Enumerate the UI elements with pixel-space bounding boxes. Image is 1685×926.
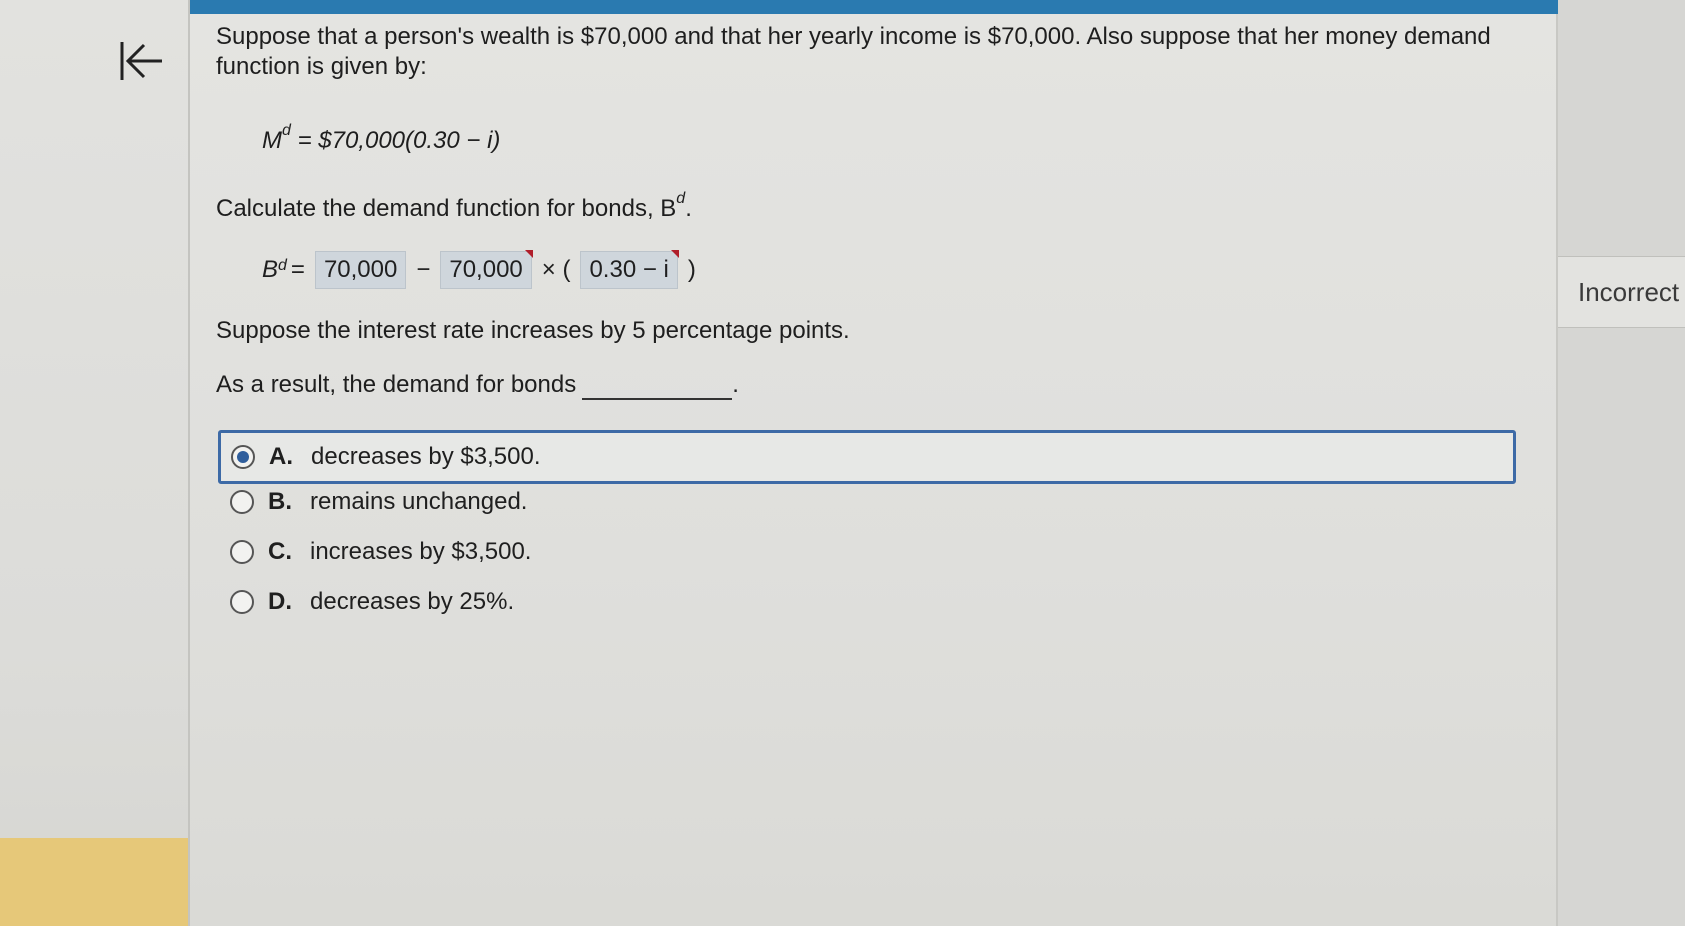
minus-sign: − [416, 256, 431, 283]
result-prompt: As a result, the demand for bonds. [216, 370, 739, 400]
error-flag-icon [524, 250, 533, 258]
radio-icon[interactable] [230, 490, 254, 514]
answer-box-3[interactable]: 0.30 − i [580, 250, 679, 289]
result-prompt-end: . [732, 371, 739, 398]
option-label: decreases by 25%. [310, 588, 515, 615]
radio-icon[interactable] [230, 540, 254, 564]
times-sign: × ( [541, 256, 571, 283]
answer-1-value: 70,000 [323, 256, 398, 283]
option-d[interactable]: D. decreases by 25%. [220, 578, 1520, 626]
option-letter: D. [268, 588, 292, 615]
bond-lhs: B [262, 256, 279, 283]
equals-sign: = [290, 256, 305, 283]
option-letter: C. [268, 538, 292, 565]
header-bar [190, 0, 1560, 14]
money-demand-sup: d [282, 122, 291, 139]
sidebar-accent [0, 838, 188, 926]
status-label: Incorrect [1578, 277, 1680, 307]
option-a[interactable]: A. decreases by $3,500. [218, 430, 1516, 484]
left-sidebar [0, 0, 190, 926]
result-prompt-text: As a result, the demand for bonds [216, 371, 577, 398]
money-demand-equation: Md = $70,000(0.30 − i) [262, 120, 500, 156]
answer-box-2[interactable]: 70,000 [440, 250, 533, 289]
right-panel [1558, 0, 1685, 926]
bond-prompt-end: . [685, 195, 692, 222]
answer-blank [582, 376, 733, 400]
radio-icon[interactable] [230, 590, 254, 614]
option-label: remains unchanged. [310, 488, 528, 515]
option-c[interactable]: C. increases by $3,500. [220, 528, 1520, 576]
bond-sup: d [278, 257, 287, 274]
close-paren: ) [687, 256, 696, 283]
bond-demand-equation: Bd = 70,000 − 70,000 × ( 0.30 − i ) [262, 250, 700, 290]
option-letter: B. [268, 488, 292, 515]
answer-2-value: 70,000 [449, 256, 523, 283]
bond-prompt-sup: d [676, 190, 686, 207]
option-letter: A. [269, 443, 293, 470]
rate-change-text: Suppose the interest rate increases by 5… [216, 317, 850, 344]
money-demand-lhs: M [262, 127, 282, 154]
answer-box-1[interactable]: 70,000 [314, 251, 407, 289]
error-flag-icon [670, 250, 679, 258]
question-intro-line1: Suppose that a person's wealth is $70,00… [216, 23, 1491, 50]
radio-selected-icon[interactable] [231, 445, 255, 469]
question-intro-line2: function is given by: [216, 53, 427, 80]
option-b[interactable]: B. remains unchanged. [220, 478, 1520, 526]
option-label: increases by $3,500. [310, 538, 532, 565]
first-page-arrow-icon[interactable] [112, 36, 170, 86]
option-label: decreases by $3,500. [311, 443, 541, 470]
answer-3-value: 0.30 − i [589, 256, 669, 283]
money-demand-rhs: = $70,000(0.30 − i) [297, 127, 501, 154]
bond-prompt-text: Calculate the demand function for bonds,… [216, 195, 677, 222]
bond-prompt: Calculate the demand function for bonds,… [216, 188, 692, 224]
